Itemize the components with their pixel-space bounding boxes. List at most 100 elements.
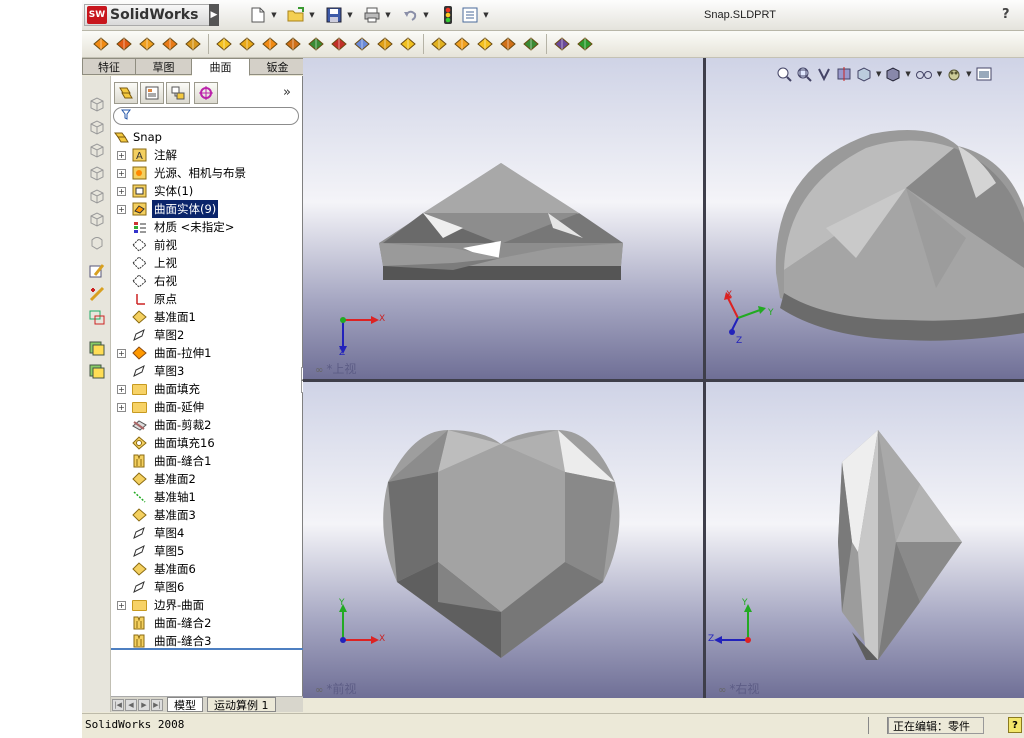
ruled-surface-icon[interactable] [282,33,304,55]
tree-item[interactable]: 前视 [111,236,303,254]
fillet-icon[interactable] [305,33,327,55]
expand-plus-icon[interactable]: + [117,204,126,214]
offset-surface-icon[interactable] [259,33,281,55]
layer-surface-icon[interactable] [87,362,107,380]
tab-0[interactable]: 特征 [82,58,136,75]
solidworks-logo[interactable]: SW SolidWorks [84,4,214,26]
curves-icon[interactable] [574,33,596,55]
tree-item[interactable]: 曲面填充16 [111,434,303,452]
expand-plus-icon[interactable]: + [117,186,126,196]
save-dropdown-arrow-icon[interactable]: ▼ [346,5,354,25]
tree-item[interactable]: + 实体(1) [111,182,303,200]
appearance-dropdown-arrow-icon[interactable]: ▼ [966,70,971,78]
tree-item[interactable]: 基准面6 [111,560,303,578]
move-copy-body-icon[interactable] [551,33,573,55]
view-orientation-dropdown-arrow-icon[interactable]: ▼ [876,70,881,78]
zoom-to-fit-icon[interactable] [776,65,792,83]
new-dropdown-arrow-icon[interactable]: ▼ [270,5,278,25]
status-help-icon[interactable]: ? [1008,717,1022,733]
apply-scene-icon[interactable] [976,65,992,83]
tree-item[interactable]: 上视 [111,254,303,272]
tree-item[interactable]: + 边界-曲面 [111,596,303,614]
3d-box-outline-icon[interactable] [87,118,107,136]
tree-item[interactable]: 原点 [111,290,303,308]
tree-item[interactable]: 草图4 [111,524,303,542]
3d-box-outline-icon[interactable] [87,95,107,113]
feature-tree-tab-icon[interactable] [114,82,138,104]
first-tab-nav-icon[interactable]: |◀ [112,698,124,711]
prev-tab-nav-icon[interactable]: ◀ [125,698,137,711]
tree-item[interactable]: + 曲面-延伸 [111,398,303,416]
tab-3[interactable]: 钣金 [250,58,306,75]
dimxpert-manager-tab-icon[interactable] [194,82,218,104]
last-tab-nav-icon[interactable]: ▶| [151,698,163,711]
trim-surface-icon[interactable] [397,33,419,55]
view-orientation-icon[interactable] [856,65,872,83]
hide-show-items-icon[interactable] [915,65,933,83]
untrim-icon[interactable] [428,33,450,55]
thicken-icon[interactable] [474,33,496,55]
tree-item[interactable]: + 曲面-拉伸1 [111,344,303,362]
expand-plus-icon[interactable]: + [117,600,126,610]
undo-icon[interactable] [400,5,420,25]
display-style-icon[interactable] [885,65,901,83]
viewport-isometric[interactable]: X Y Z [706,58,1024,379]
sketch-edit-icon[interactable] [87,262,107,280]
viewport-splitter-horizontal[interactable] [303,379,1024,382]
3d-box-outline-icon[interactable] [87,210,107,228]
open-folder-icon[interactable] [286,5,306,25]
delete-face-icon[interactable] [328,33,350,55]
tab-1[interactable]: 草图 [136,58,192,75]
hide-show-dropdown-arrow-icon[interactable]: ▼ [937,70,942,78]
3d-box-outline-icon[interactable] [87,164,107,182]
tree-item[interactable]: 基准面2 [111,470,303,488]
print-dropdown-arrow-icon[interactable]: ▼ [384,5,392,25]
tree-item[interactable]: 材质 <未指定> [111,218,303,236]
expand-plus-icon[interactable]: + [117,150,126,160]
extend-surface-icon[interactable] [374,33,396,55]
edit-appearance-icon[interactable] [946,65,962,83]
swept-surface-icon[interactable] [136,33,158,55]
tree-item[interactable]: 基准面3 [111,506,303,524]
tab-motion-study[interactable]: 运动算例 1 [207,697,276,712]
section-view-icon[interactable] [836,65,852,83]
thicken-cut-icon[interactable] [497,33,519,55]
open-dropdown-arrow-icon[interactable]: ▼ [308,5,316,25]
tree-root-part[interactable]: Snap [111,128,303,146]
print-icon[interactable] [362,5,382,25]
expand-plus-icon[interactable]: + [117,384,126,394]
extruded-surface-icon[interactable] [90,33,112,55]
save-icon[interactable] [324,5,344,25]
feature-filter-input[interactable] [113,107,299,125]
new-document-icon[interactable] [248,5,268,25]
tab-2[interactable]: 曲面 [192,58,250,76]
options-dropdown-arrow-icon[interactable]: ▼ [482,5,490,25]
next-tab-nav-icon[interactable]: ▶ [138,698,150,711]
zoom-to-area-icon[interactable] [796,65,812,83]
planar-surface-icon[interactable] [236,33,258,55]
viewport-splitter-vertical[interactable] [703,58,706,698]
viewport-right[interactable]: Y Z ∞ *右视 [706,382,1024,698]
smart-dimension-icon[interactable] [87,285,107,303]
tree-item[interactable]: 草图5 [111,542,303,560]
help-button[interactable]: ? [1002,7,1010,22]
previous-view-icon[interactable] [816,65,832,83]
tree-item[interactable]: 草图3 [111,362,303,380]
lofted-surface-icon[interactable] [159,33,181,55]
undo-dropdown-arrow-icon[interactable]: ▼ [422,5,430,25]
layer-surface-icon[interactable] [87,339,107,357]
replace-face-icon[interactable] [351,33,373,55]
tree-item[interactable]: 草图2 [111,326,303,344]
rebuild-traffic-light-icon[interactable] [438,5,458,25]
tree-item[interactable]: 基准轴1 [111,488,303,506]
3d-box-outline-icon[interactable] [87,187,107,205]
tree-item[interactable]: + 曲面实体(9) [111,200,303,218]
configuration-manager-tab-icon[interactable] [166,82,190,104]
tree-item[interactable]: + 光源、相机与布景 [111,164,303,182]
tab-model[interactable]: 模型 [167,697,203,712]
viewport-front[interactable]: Y X ∞ *前视 [303,382,703,698]
tree-item[interactable]: 曲面-缝合1 [111,452,303,470]
property-manager-tab-icon[interactable] [140,82,164,104]
tree-item[interactable]: 基准面1 [111,308,303,326]
tree-item[interactable]: + 曲面填充 [111,380,303,398]
